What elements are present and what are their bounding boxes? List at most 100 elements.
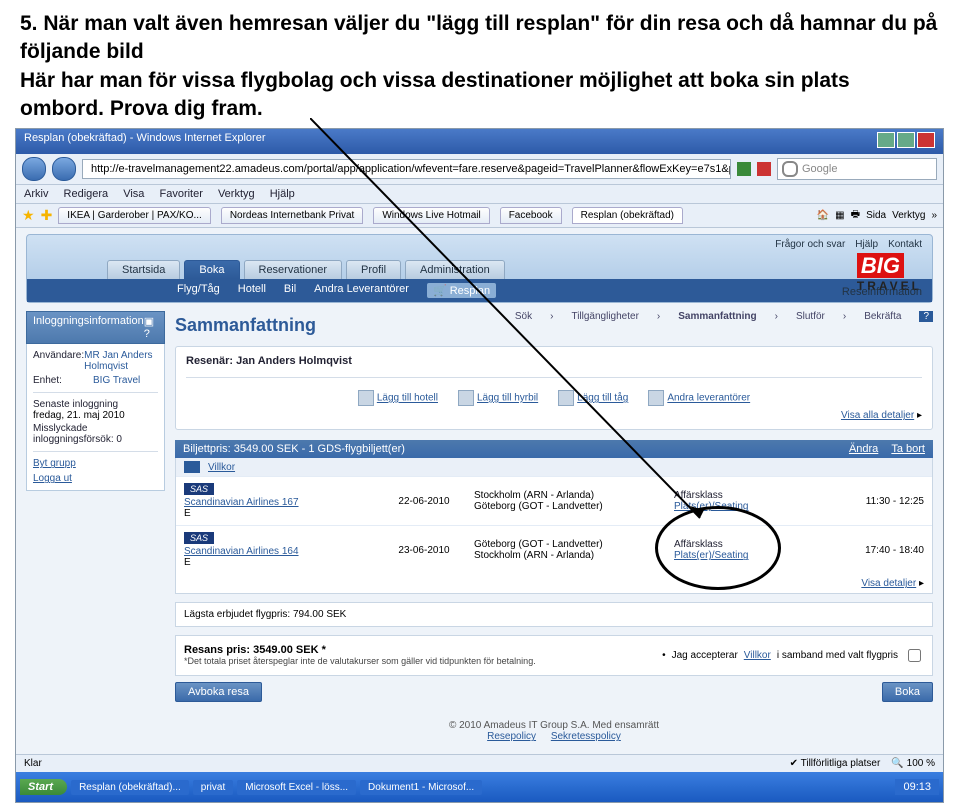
seat-link[interactable]: Plats(er)/Seating <box>674 501 814 512</box>
cart-icon: 🛒 <box>433 285 447 297</box>
page-controls: 🏠 ▦ 🖶 Sida Verktyg » <box>817 207 937 224</box>
task-word[interactable]: Dokument1 - Microsof... <box>360 780 482 795</box>
main-area: Sammanfattning Sök› Tillgängligheter› Sa… <box>175 311 933 748</box>
back-button[interactable] <box>22 157 46 181</box>
tab-boka[interactable]: Boka <box>184 260 239 279</box>
task-folder[interactable]: privat <box>193 780 233 795</box>
start-button[interactable]: Start <box>20 779 67 795</box>
link-help[interactable]: Hjälp <box>855 239 878 250</box>
failed-logins: Misslyckade inloggningsförsök: 0 <box>33 423 158 445</box>
ticket-price: Biljettpris: 3549.00 SEK - 1 GDS-flygbil… <box>183 443 405 455</box>
tab-hotmail[interactable]: Windows Live Hotmail <box>373 207 489 224</box>
instruction-text: 5. När man valt även hemresan väljer du … <box>0 0 959 128</box>
nav-row: http://e-travelmanagement22.amadeus.com/… <box>16 154 943 185</box>
expand-icon[interactable]: ▸ <box>919 578 924 589</box>
add-car-link[interactable]: Lägg till hyrbil <box>458 390 538 406</box>
task-ie[interactable]: Resplan (obekräftad)... <box>71 780 189 795</box>
subtab-bil[interactable]: Bil <box>284 283 296 298</box>
step-sammanf: Sammanfattning <box>678 311 756 322</box>
print-icon[interactable]: 🖶 <box>851 207 860 224</box>
tab-ikea[interactable]: IKEA | Garderober | PAX/KO... <box>58 207 211 224</box>
help-icon[interactable]: ? <box>919 311 933 322</box>
window-title: Resplan (obekräftad) - Windows Internet … <box>24 132 266 151</box>
forward-button[interactable] <box>52 157 76 181</box>
remove-link[interactable]: Ta bort <box>891 443 925 455</box>
change-link[interactable]: Ändra <box>849 443 878 455</box>
reseinfo-link[interactable]: Reseinformation <box>842 286 922 298</box>
user-value: MR Jan Anders Holmqvist <box>84 350 158 372</box>
change-group-link[interactable]: Byt grupp <box>33 458 158 469</box>
menu-arkiv[interactable]: Arkiv <box>24 188 48 200</box>
status-ready: Klar <box>24 758 42 769</box>
stop-icon[interactable] <box>757 162 771 176</box>
traveler-label: Resenär: <box>186 355 233 367</box>
accept-checkbox[interactable] <box>908 649 921 662</box>
menu-hjalp[interactable]: Hjälp <box>270 188 295 200</box>
instruction-line2: Här har man för vissa flygbolag och viss… <box>20 67 939 124</box>
total-panel: Resans pris: 3549.00 SEK * *Det totala p… <box>175 635 933 676</box>
refresh-icon[interactable] <box>737 162 751 176</box>
window-controls[interactable] <box>875 132 935 151</box>
system-tray[interactable]: 09:13 <box>895 779 939 795</box>
subtab-hotell[interactable]: Hotell <box>238 283 266 298</box>
tab-nordea[interactable]: Nordeas Internetbank Privat <box>221 207 364 224</box>
search-icon <box>782 161 798 177</box>
expand-icon[interactable]: ▸ <box>917 410 922 421</box>
car-icon <box>458 390 474 406</box>
page-title: Sammanfattning <box>175 315 316 336</box>
search-box[interactable]: Google <box>777 158 937 180</box>
tab-profil[interactable]: Profil <box>346 260 401 279</box>
menu-visa[interactable]: Visa <box>123 188 144 200</box>
more-icon[interactable]: » <box>931 210 937 221</box>
subtab-flyg[interactable]: Flyg/Tåg <box>177 283 220 298</box>
menu-redigera[interactable]: Redigera <box>64 188 109 200</box>
hotel-icon <box>358 390 374 406</box>
add-train-link[interactable]: Lägg till tåg <box>558 390 628 406</box>
accept-terms-link[interactable]: Villkor <box>744 650 771 661</box>
tab-resplan[interactable]: Resplan (obekräftad) <box>572 207 683 224</box>
address-bar[interactable]: http://e-travelmanagement22.amadeus.com/… <box>82 159 731 179</box>
favorites-star-icon[interactable]: ★ <box>22 207 35 224</box>
zoom-level[interactable]: 🔍 100 % <box>891 758 935 769</box>
user-label: Användare: <box>33 350 84 372</box>
sidebar-body: Användare:MR Jan Anders Holmqvist Enhet:… <box>26 344 165 491</box>
link-faq[interactable]: Frågor och svar <box>775 239 845 250</box>
book-button[interactable]: Boka <box>882 682 933 702</box>
add-hotel-link[interactable]: Lägg till hotell <box>358 390 438 406</box>
seat-link[interactable]: Plats(er)/Seating <box>674 550 814 561</box>
flight-route: Göteborg (GOT - Landvetter)Stockholm (AR… <box>474 539 674 561</box>
logout-link[interactable]: Logga ut <box>33 473 158 484</box>
menu-favoriter[interactable]: Favoriter <box>159 188 202 200</box>
sidebar-toggle-icon[interactable]: ▣ ? <box>144 315 158 340</box>
footer: © 2010 Amadeus IT Group S.A. Med ensamrä… <box>175 702 933 748</box>
accept-text: Jag accepterar <box>672 650 738 661</box>
tab-startsida[interactable]: Startsida <box>107 260 180 279</box>
feed-icon[interactable]: ▦ <box>835 210 844 221</box>
search-placeholder: Google <box>802 163 837 175</box>
tab-admin[interactable]: Administration <box>405 260 505 279</box>
add-favorite-icon[interactable]: ✚ <box>41 207 53 224</box>
subtab-resplan[interactable]: 🛒 Resplan <box>427 283 496 298</box>
cancel-button[interactable]: Avboka resa <box>175 682 262 702</box>
unit-label: Enhet: <box>33 375 93 386</box>
show-details[interactable]: Visa detaljer <box>861 578 916 589</box>
travel-policy-link[interactable]: Resepolicy <box>487 731 536 742</box>
page-menu[interactable]: Sida <box>866 210 886 221</box>
subtab-andra[interactable]: Andra Leverantörer <box>314 283 409 298</box>
task-excel[interactable]: Microsoft Excel - löss... <box>237 780 356 795</box>
tools-menu[interactable]: Verktyg <box>892 210 925 221</box>
tab-facebook[interactable]: Facebook <box>500 207 562 224</box>
terms-link[interactable]: Villkor <box>208 462 235 473</box>
tab-reservationer[interactable]: Reservationer <box>244 260 342 279</box>
show-all-details[interactable]: Visa alla detaljer <box>841 410 914 421</box>
airline-link: Scandinavian Airlines 167 <box>184 497 374 508</box>
flight-date: 22-06-2010 <box>374 496 474 507</box>
home-icon[interactable]: 🏠 <box>817 210 829 221</box>
sas-logo: SAS <box>184 532 214 544</box>
sidebar: Inloggningsinformation ▣ ? Användare:MR … <box>26 311 165 491</box>
traveler-panel: Resenär: Jan Anders Holmqvist Lägg till … <box>175 346 933 430</box>
link-contact[interactable]: Kontakt <box>888 239 922 250</box>
menu-verktyg[interactable]: Verktyg <box>218 188 255 200</box>
privacy-policy-link[interactable]: Sekretesspolicy <box>551 731 621 742</box>
add-other-link[interactable]: Andra leverantörer <box>648 390 750 406</box>
